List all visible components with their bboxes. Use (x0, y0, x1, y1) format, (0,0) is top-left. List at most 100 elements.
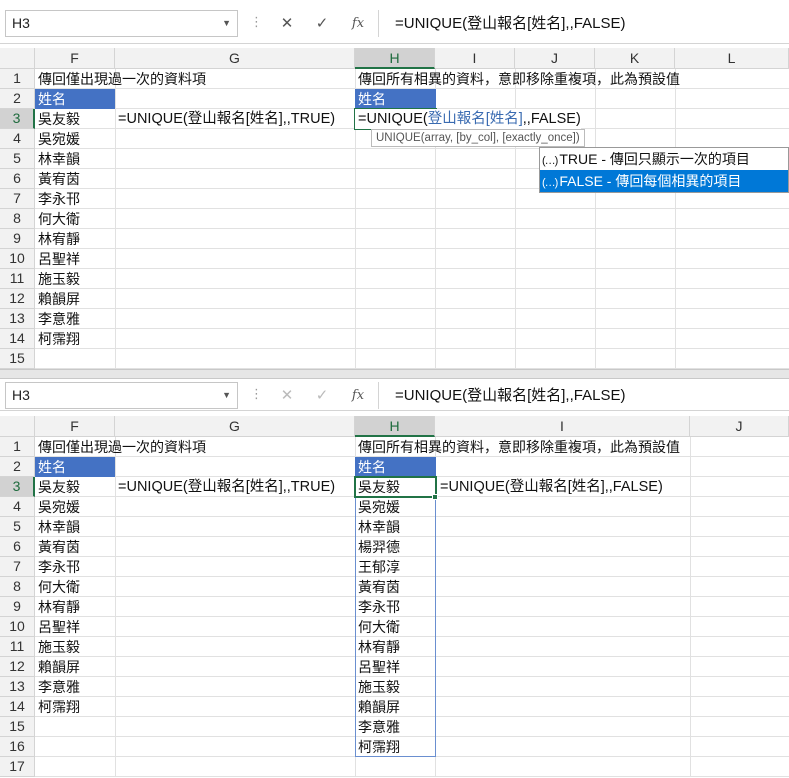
cell-f2-header[interactable]: 姓名 (35, 457, 115, 477)
name-cell[interactable]: 吳宛媛 (35, 497, 80, 517)
name-cell[interactable]: 林幸韻 (35, 149, 80, 169)
column-header-f[interactable]: F (35, 48, 115, 69)
insert-function-icon[interactable]: fx (341, 10, 375, 37)
name-cell[interactable]: 林宥靜 (35, 597, 80, 617)
row-header[interactable]: 10 (0, 249, 35, 269)
cell-f2-header[interactable]: 姓名 (35, 89, 115, 109)
row-header[interactable]: 1 (0, 69, 35, 89)
name-cell[interactable]: 施玉毅 (35, 637, 80, 657)
row-header[interactable]: 11 (0, 269, 35, 289)
row-header[interactable]: 3 (0, 109, 35, 129)
cell-h3-editing[interactable]: =UNIQUE(登山報名[姓名],,FALSE) (355, 109, 581, 129)
row-header[interactable]: 9 (0, 597, 35, 617)
cell-h2-header[interactable]: 姓名 (355, 89, 436, 109)
row-header[interactable]: 12 (0, 657, 35, 677)
name-cell[interactable]: 施玉毅 (35, 269, 80, 289)
name-cell[interactable]: 呂聖祥 (35, 249, 80, 269)
name-cell[interactable]: 林幸韻 (35, 517, 80, 537)
spill-cell[interactable]: 李永邗 (355, 597, 400, 617)
name-cell[interactable]: 李意雅 (35, 309, 80, 329)
spill-cell[interactable]: 黃宥茵 (355, 577, 400, 597)
row-header[interactable]: 15 (0, 349, 35, 369)
name-cell[interactable]: 何大衛 (35, 209, 80, 229)
cell-g3[interactable]: =UNIQUE(登山報名[姓名],,TRUE) (115, 109, 335, 129)
row-header[interactable]: 9 (0, 229, 35, 249)
chevron-down-icon[interactable]: ▼ (222, 11, 231, 36)
row-header[interactable]: 8 (0, 577, 35, 597)
cell-h1[interactable]: 傳回所有相異的資料，意即移除重複項，此為預設值 (355, 69, 680, 89)
row-header[interactable]: 15 (0, 717, 35, 737)
spill-cell[interactable]: 柯霈翔 (355, 737, 400, 757)
spill-cell[interactable]: 吳宛媛 (355, 497, 400, 517)
spill-cell[interactable]: 呂聖祥 (355, 657, 400, 677)
name-box[interactable]: H3 ▼ (5, 382, 238, 409)
name-cell[interactable]: 李永邗 (35, 557, 80, 577)
autocomplete-item-true[interactable]: (…) TRUE - 傳回只顯示一次的項目 (540, 148, 788, 170)
cell-h2-header[interactable]: 姓名 (355, 457, 436, 477)
row-header[interactable]: 5 (0, 149, 35, 169)
select-all-corner[interactable] (0, 416, 35, 437)
chevron-down-icon[interactable]: ▼ (222, 383, 231, 408)
row-header[interactable]: 6 (0, 537, 35, 557)
row-header[interactable]: 14 (0, 329, 35, 349)
row-header[interactable]: 2 (0, 89, 35, 109)
row-header[interactable]: 12 (0, 289, 35, 309)
name-cell[interactable]: 柯霈翔 (35, 697, 80, 717)
name-cell[interactable]: 李永邗 (35, 189, 80, 209)
spill-cell[interactable]: 李意雅 (355, 717, 400, 737)
row-header[interactable]: 2 (0, 457, 35, 477)
cell-f1[interactable]: 傳回僅出現過一次的資料項 (35, 69, 206, 89)
row-header[interactable]: 1 (0, 437, 35, 457)
select-all-corner[interactable] (0, 48, 35, 69)
cancel-icon[interactable]: ✕ (270, 10, 304, 37)
cell-i3[interactable]: =UNIQUE(登山報名[姓名],,FALSE) (437, 477, 663, 497)
cell-h1[interactable]: 傳回所有相異的資料，意即移除重複項，此為預設值 (355, 437, 680, 457)
name-cell[interactable]: 呂聖祥 (35, 617, 80, 637)
cell-f1[interactable]: 傳回僅出現過一次的資料項 (35, 437, 206, 457)
name-cell[interactable]: 黃宥茵 (35, 537, 80, 557)
fill-handle[interactable] (432, 494, 438, 500)
row-header[interactable]: 4 (0, 129, 35, 149)
row-header[interactable]: 6 (0, 169, 35, 189)
name-cell[interactable]: 何大衛 (35, 577, 80, 597)
cancel-icon[interactable]: ✕ (270, 382, 304, 409)
name-cell[interactable]: 李意雅 (35, 677, 80, 697)
name-cell[interactable]: 賴韻屏 (35, 289, 80, 309)
cell-g3[interactable]: =UNIQUE(登山報名[姓名],,TRUE) (115, 477, 335, 497)
name-cell[interactable]: 賴韻屏 (35, 657, 80, 677)
column-header-g[interactable]: G (115, 48, 355, 69)
column-header-j[interactable]: J (515, 48, 595, 69)
spill-cell[interactable]: 王郁淳 (355, 557, 400, 577)
row-header[interactable]: 17 (0, 757, 35, 777)
row-header[interactable]: 13 (0, 677, 35, 697)
row-header[interactable]: 8 (0, 209, 35, 229)
autocomplete-item-false[interactable]: (…) FALSE - 傳回每個相異的項目 (540, 170, 788, 192)
name-cell[interactable]: 吳友毅 (35, 109, 80, 129)
row-header[interactable]: 13 (0, 309, 35, 329)
column-header-g[interactable]: G (115, 416, 355, 437)
enter-icon[interactable]: ✓ (305, 382, 339, 409)
row-header[interactable]: 14 (0, 697, 35, 717)
row-header[interactable]: 4 (0, 497, 35, 517)
row-header[interactable]: 16 (0, 737, 35, 757)
column-header-h[interactable]: H (355, 416, 435, 437)
name-box[interactable]: H3 ▼ (5, 10, 238, 37)
column-header-h[interactable]: H (355, 48, 435, 69)
name-cell[interactable]: 黃宥茵 (35, 169, 80, 189)
name-cell[interactable]: 吳友毅 (35, 477, 80, 497)
active-cell-h3[interactable] (354, 476, 437, 498)
row-header[interactable]: 5 (0, 517, 35, 537)
row-header[interactable]: 11 (0, 637, 35, 657)
row-header[interactable]: 3 (0, 477, 35, 497)
column-header-j[interactable]: J (690, 416, 789, 437)
name-cell[interactable]: 吳宛媛 (35, 129, 80, 149)
column-header-l[interactable]: L (675, 48, 789, 69)
column-header-k[interactable]: K (595, 48, 675, 69)
spill-cell[interactable]: 林幸韻 (355, 517, 400, 537)
column-header-i[interactable]: I (435, 416, 690, 437)
name-cell[interactable]: 林宥靜 (35, 229, 80, 249)
column-header-f[interactable]: F (35, 416, 115, 437)
formula-input[interactable]: =UNIQUE(登山報名[姓名],,FALSE) (378, 10, 789, 37)
row-header[interactable]: 10 (0, 617, 35, 637)
spill-cell[interactable]: 楊羿德 (355, 537, 400, 557)
